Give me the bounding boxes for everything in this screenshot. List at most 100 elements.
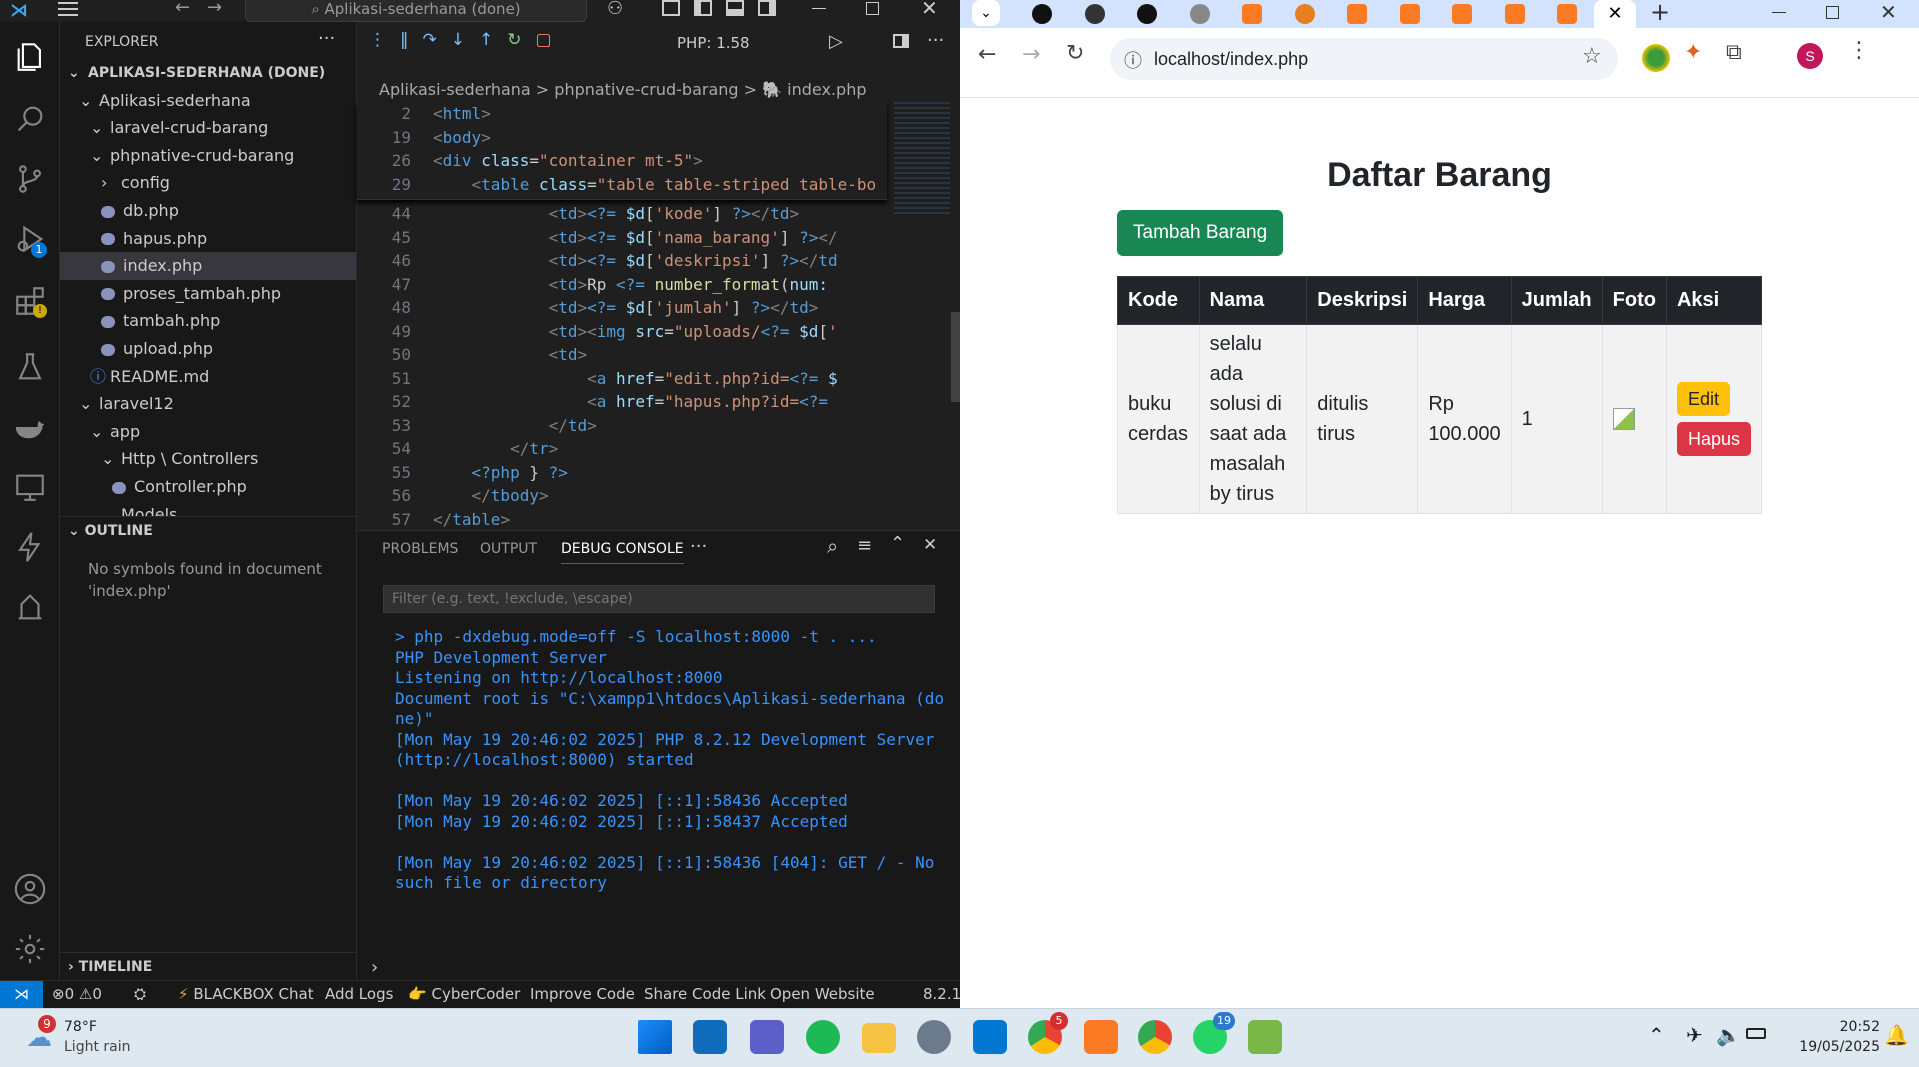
active-tab[interactable]: ✕ <box>1594 0 1636 28</box>
notepad-taskbar-icon[interactable] <box>1248 1020 1282 1054</box>
extension-bird-icon[interactable]: ✦ <box>1684 40 1702 65</box>
notification-bell-icon[interactable]: 🔔 <box>1884 1023 1909 1047</box>
whatsapp-taskbar-icon[interactable]: 19 <box>1193 1012 1235 1054</box>
omnibox[interactable]: ⓘ localhost/index.php ☆ <box>1110 38 1618 80</box>
step-over-icon[interactable]: ↷ <box>423 30 451 50</box>
outlook-icon[interactable] <box>693 1020 727 1054</box>
xampp-taskbar-icon[interactable] <box>1084 1020 1118 1054</box>
command-center[interactable]: ⌕ Aplikasi-sederhana (done) <box>245 0 587 22</box>
tab-xampp-icon[interactable] <box>1504 4 1525 24</box>
code-line[interactable]: 45 <td><?= $d['nama_barang'] ?></ <box>357 226 887 250</box>
weather-widget[interactable]: ☁ 9 78°F Light rain <box>18 1015 168 1061</box>
workspace-root[interactable]: ⌄ APLIKASI-SEDERHANA (DONE) <box>60 59 356 87</box>
tab-problems[interactable]: PROBLEMS <box>382 541 458 557</box>
extension-globe-icon[interactable] <box>1642 44 1670 72</box>
editor-more-icon[interactable]: ··· <box>927 30 944 51</box>
lightning-icon[interactable] <box>13 530 47 564</box>
url-text[interactable]: localhost/index.php <box>1154 49 1308 70</box>
blackbox-status[interactable]: ⚡ BLACKBOX Chat <box>178 985 314 1003</box>
network-icon[interactable]: ✈ <box>1686 1023 1703 1047</box>
tree-file[interactable]: proses_tambah.php <box>60 280 356 308</box>
timeline-header[interactable]: › TIMELINE <box>60 952 356 980</box>
console-prompt-icon[interactable]: › <box>371 957 378 978</box>
code-line[interactable]: 49 <td><img src="uploads/<?= $d[' <box>357 320 887 344</box>
code-line[interactable]: 52 <a href="hapus.php?id=<?= <box>357 390 887 414</box>
tab-gear-icon[interactable] <box>1084 4 1105 24</box>
back-icon[interactable]: ← <box>978 42 996 67</box>
tree-folder[interactable]: ⌄ Http \ Controllers <box>60 445 356 473</box>
back-arrow-icon[interactable]: ← <box>175 0 190 18</box>
code-line[interactable]: 26 <div class="container mt-5"> <box>357 149 887 173</box>
close-icon[interactable]: ✕ <box>921 0 938 20</box>
pause-icon[interactable]: ‖ <box>400 30 423 50</box>
tray-chevron-icon[interactable]: ⌃ <box>1648 1023 1665 1047</box>
outline-header[interactable]: ⌄ OUTLINE <box>60 516 356 544</box>
tree-folder[interactable]: ⌄ Aplikasi-sederhana <box>60 87 356 115</box>
tree-folder[interactable]: ⌄ app <box>60 418 356 446</box>
site-info-icon[interactable]: ⓘ <box>1124 47 1142 73</box>
tree-folder[interactable]: ⌄ laravel12 <box>60 390 356 418</box>
php-version-status[interactable]: 8.2.12 <box>923 985 960 1003</box>
edit-button[interactable]: Edit <box>1676 382 1730 416</box>
breadcrumb-item[interactable]: index.php <box>787 80 866 99</box>
extensions-icon[interactable]: ! <box>13 284 47 318</box>
tab-debug-console[interactable]: DEBUG CONSOLE <box>561 541 684 564</box>
split-editor-icon[interactable] <box>893 34 909 48</box>
restart-icon[interactable]: ↻ <box>507 30 535 50</box>
breadcrumb-item[interactable]: phpnative-crud-barang <box>554 80 738 99</box>
toggle-sidebar-icon[interactable] <box>694 0 712 16</box>
source-control-icon[interactable] <box>13 162 47 196</box>
battery-icon[interactable] <box>1746 1028 1766 1039</box>
remote-indicator-icon[interactable]: ⋊ <box>0 981 43 1008</box>
tree-folder[interactable]: ⌄ phpnative-crud-barang <box>60 142 356 170</box>
reload-icon[interactable]: ↻ <box>1066 41 1084 66</box>
search-icon[interactable] <box>13 102 47 136</box>
chrome-alt-taskbar-icon[interactable] <box>1138 1020 1172 1054</box>
delete-button[interactable]: Hapus <box>1676 422 1751 456</box>
profile-avatar[interactable]: S <box>1797 43 1823 69</box>
tree-file[interactable]: ⓘ README.md <box>60 363 356 391</box>
clock[interactable]: 20:52 19/05/2025 <box>1780 1017 1880 1057</box>
step-into-icon[interactable]: ↓ <box>451 30 479 50</box>
extensions-puzzle-icon[interactable]: ⧉ <box>1726 40 1742 65</box>
code-line[interactable]: 55 <?php } ?> <box>357 461 887 485</box>
code-line[interactable]: 29 <table class="table table-striped tab… <box>357 173 887 197</box>
tree-file[interactable]: tambah.php <box>60 307 356 335</box>
toggle-secondary-sidebar-icon[interactable] <box>758 0 776 16</box>
find-icon[interactable]: ⌕ <box>827 534 838 558</box>
code-line[interactable]: 50 <td> <box>357 343 887 367</box>
spotify-icon[interactable] <box>806 1020 840 1054</box>
code-line[interactable]: 47 <td>Rp <?= number_format(num: <box>357 273 887 297</box>
tab-search-icon[interactable]: ⌄ <box>972 0 1000 26</box>
settings-gear-icon[interactable] <box>13 932 47 966</box>
open-website-status[interactable]: Open Website <box>770 985 875 1003</box>
tab-xampp-icon[interactable] <box>1399 4 1420 24</box>
cybercoder-status[interactable]: 👉 CyberCoder <box>408 985 520 1003</box>
tab-xampp-icon[interactable] <box>1347 4 1367 24</box>
copilot-icon[interactable]: ⚇ <box>607 0 623 19</box>
code-line[interactable]: 54 </tr> <box>357 437 887 461</box>
close-panel-icon[interactable]: ✕ <box>923 535 937 555</box>
toggle-panel-icon[interactable] <box>726 0 744 16</box>
stop-icon[interactable]: ▢ <box>536 30 566 50</box>
tab-xampp-icon[interactable] <box>1242 4 1262 24</box>
tab-globe-icon[interactable] <box>1189 4 1210 24</box>
vscode-taskbar-icon[interactable] <box>973 1020 1007 1054</box>
bookmark-star-icon[interactable]: ☆ <box>1582 44 1602 69</box>
chrome-menu-icon[interactable]: ⋮ <box>1848 38 1870 63</box>
tree-file[interactable]: db.php <box>60 197 356 225</box>
add-logs-status[interactable]: Add Logs <box>325 985 393 1003</box>
minimize-icon[interactable] <box>812 8 826 9</box>
run-debug-icon[interactable]: 1 <box>13 222 47 258</box>
settings-app-icon[interactable] <box>917 1020 951 1054</box>
teams-icon[interactable] <box>750 1020 784 1054</box>
code-line[interactable]: 44 <td><?= $d['kode'] ?></td> <box>357 202 887 226</box>
debug-config-label[interactable]: PHP: 1.58 <box>677 34 750 52</box>
problems-status[interactable]: ⊗0 ⚠0 <box>52 985 102 1003</box>
volume-icon[interactable]: 🔈 <box>1716 1023 1741 1047</box>
menu-icon[interactable] <box>58 2 78 16</box>
tree-folder[interactable]: › config <box>60 169 356 197</box>
chrome-taskbar-icon[interactable]: 5 <box>1028 1012 1068 1054</box>
maximize-panel-icon[interactable]: ⌃ <box>890 533 905 554</box>
code-line[interactable]: 56 </tbody> <box>357 484 887 508</box>
